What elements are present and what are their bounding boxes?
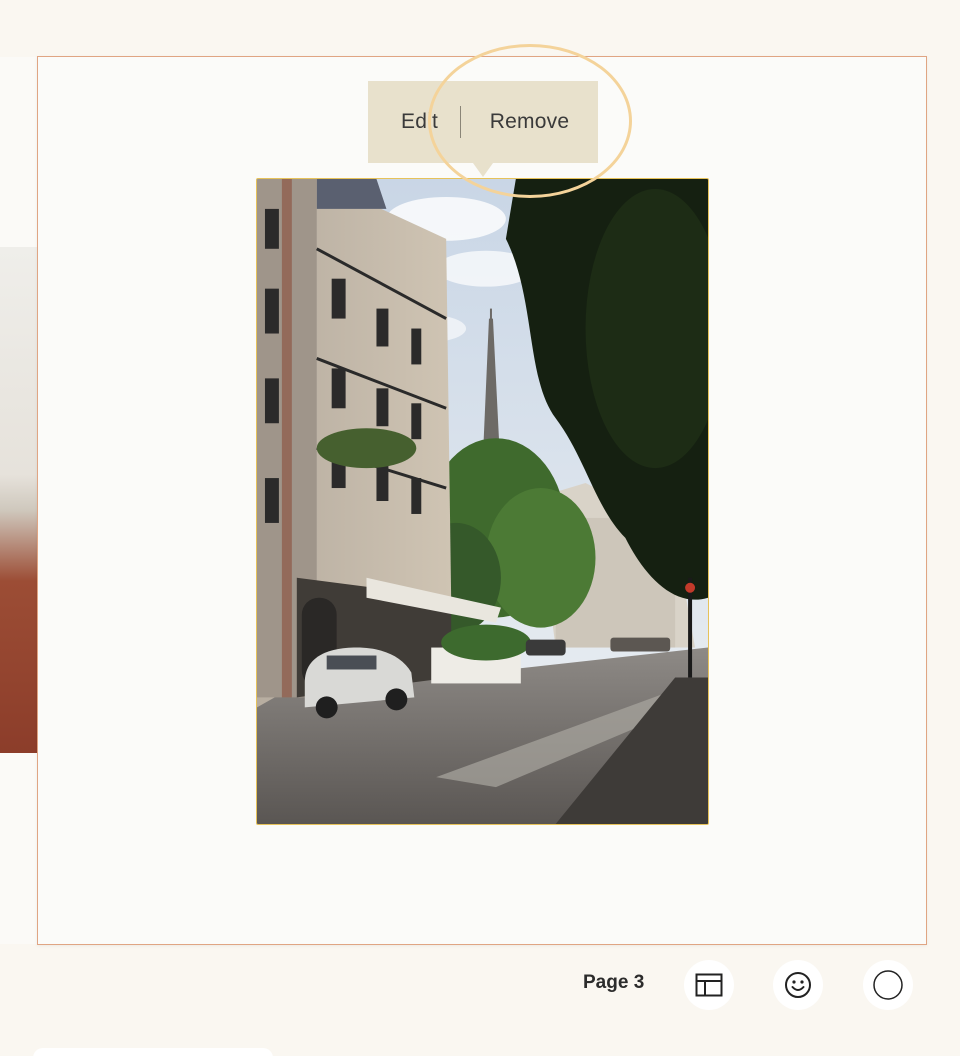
- bottom-panel-edge: [33, 1048, 273, 1056]
- sticker-button[interactable]: [773, 960, 823, 1010]
- photo-context-toolbar: Edit Remove: [368, 81, 598, 177]
- circle-shape-icon: [873, 970, 903, 1000]
- remove-button[interactable]: Remove: [461, 81, 598, 163]
- layout-icon: [695, 973, 723, 997]
- previous-page-photo[interactable]: [0, 247, 37, 753]
- background-color-button[interactable]: [863, 960, 913, 1010]
- photo-frame[interactable]: [256, 178, 709, 825]
- emoji-icon: [785, 972, 811, 998]
- page-number-label: Page 3: [583, 972, 645, 993]
- street-photo: [257, 179, 708, 824]
- layout-button[interactable]: [684, 960, 734, 1010]
- photo-book-editor: Edit Remove Page 3: [0, 0, 960, 1056]
- page-canvas[interactable]: Edit Remove: [37, 56, 927, 945]
- edit-button[interactable]: Edit: [368, 81, 460, 163]
